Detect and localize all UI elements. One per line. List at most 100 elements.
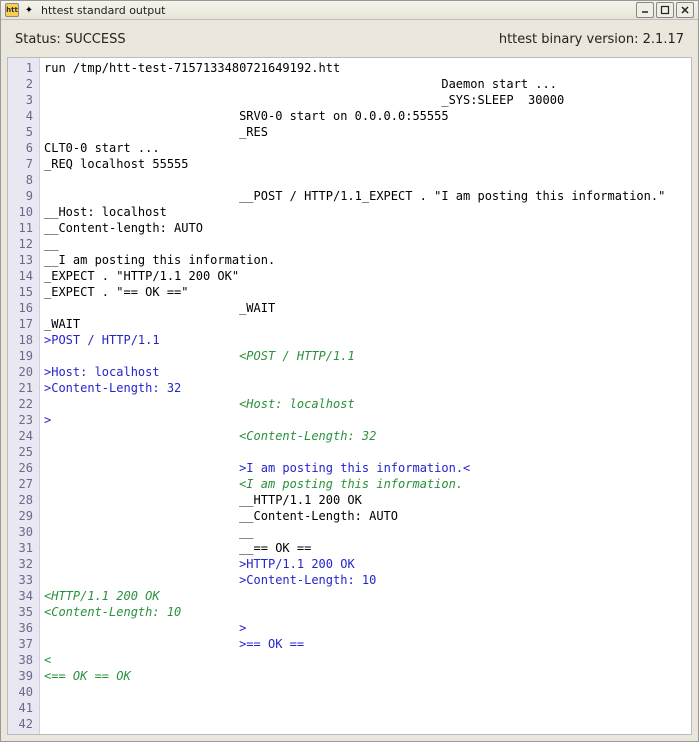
line-number: 2 <box>12 76 33 92</box>
decorator-icon: ✦ <box>23 4 35 16</box>
code-line: __POST / HTTP/1.1_EXPECT . "I am posting… <box>44 188 687 204</box>
code-segment <box>44 461 239 475</box>
output-editor[interactable]: 1234567891011121314151617181920212223242… <box>7 57 692 735</box>
line-number: 41 <box>12 700 33 716</box>
code-segment: >Host: localhost <box>44 365 160 379</box>
line-number: 33 <box>12 572 33 588</box>
status-value: SUCCESS <box>65 32 126 47</box>
titlebar[interactable]: htt ✦ httest standard output <box>1 1 698 20</box>
code-segment: run /tmp/htt-test-7157133480721649192.ht… <box>44 61 340 75</box>
app-icon: htt <box>5 3 19 17</box>
code-segment: __== OK == <box>44 541 311 555</box>
code-segment: _SYS:SLEEP 30000 <box>44 93 564 107</box>
close-button[interactable] <box>676 2 694 18</box>
content-area: Status: SUCCESS httest binary version: 2… <box>1 20 698 741</box>
code-segment: _EXPECT . "HTTP/1.1 200 OK" <box>44 269 239 283</box>
line-number: 35 <box>12 604 33 620</box>
code-segment: Daemon start ... <box>44 77 557 91</box>
code-line <box>44 172 687 188</box>
code-line: >HTTP/1.1 200 OK <box>44 556 687 572</box>
line-number-gutter: 1234567891011121314151617181920212223242… <box>8 58 40 734</box>
line-number: 5 <box>12 124 33 140</box>
line-number: 1 <box>12 60 33 76</box>
line-number: 22 <box>12 396 33 412</box>
code-line <box>44 444 687 460</box>
code-segment <box>44 349 239 363</box>
line-number: 21 <box>12 380 33 396</box>
code-segment: __HTTP/1.1 200 OK <box>44 493 362 507</box>
line-number: 39 <box>12 668 33 684</box>
code-segment: __I am posting this information. <box>44 253 275 267</box>
code-segment <box>44 637 239 651</box>
code-line: SRV0-0 start on 0.0.0.0:55555 <box>44 108 687 124</box>
code-segment: _EXPECT . "== OK ==" <box>44 285 189 299</box>
code-segment: >Content-Length: 32 <box>44 381 181 395</box>
line-number: 38 <box>12 652 33 668</box>
code-line: __Host: localhost <box>44 204 687 220</box>
code-segment <box>44 557 239 571</box>
code-segment: < <box>44 653 51 667</box>
code-segment: SRV0-0 start on 0.0.0.0:55555 <box>44 109 449 123</box>
code-line: > <box>44 620 687 636</box>
line-number: 9 <box>12 188 33 204</box>
code-line: __== OK == <box>44 540 687 556</box>
code-segment <box>44 477 239 491</box>
code-segment: _RES <box>44 125 268 139</box>
code-line: <I am posting this information. <box>44 476 687 492</box>
code-line: __HTTP/1.1 200 OK <box>44 492 687 508</box>
status-text: Status: SUCCESS <box>15 32 126 47</box>
code-area[interactable]: run /tmp/htt-test-7157133480721649192.ht… <box>40 58 691 734</box>
code-line: _WAIT <box>44 316 687 332</box>
line-number: 7 <box>12 156 33 172</box>
code-segment <box>44 573 239 587</box>
code-line: _EXPECT . "== OK ==" <box>44 284 687 300</box>
line-number: 30 <box>12 524 33 540</box>
code-segment: CLT0-0 start ... <box>44 141 160 155</box>
code-segment: __ <box>44 237 58 251</box>
code-segment: __Content-length: AUTO <box>44 221 203 235</box>
code-line: <Host: localhost <box>44 396 687 412</box>
code-segment: __Host: localhost <box>44 205 167 219</box>
line-number: 3 <box>12 92 33 108</box>
line-number: 15 <box>12 284 33 300</box>
code-segment: <I am posting this information. <box>239 477 463 491</box>
code-line: __Content-length: AUTO <box>44 220 687 236</box>
code-line: < <box>44 652 687 668</box>
code-segment: __ <box>44 525 254 539</box>
code-line: _EXPECT . "HTTP/1.1 200 OK" <box>44 268 687 284</box>
line-number: 16 <box>12 300 33 316</box>
maximize-button[interactable] <box>656 2 674 18</box>
line-number: 12 <box>12 236 33 252</box>
code-segment: >== OK == <box>239 637 304 651</box>
line-number: 40 <box>12 684 33 700</box>
app-window: htt ✦ httest standard output Status: SUC… <box>0 0 699 742</box>
code-line: __I am posting this information. <box>44 252 687 268</box>
code-segment <box>44 621 239 635</box>
code-line: __ <box>44 524 687 540</box>
code-line: <Content-Length: 10 <box>44 604 687 620</box>
line-number: 31 <box>12 540 33 556</box>
code-line: >POST / HTTP/1.1 <box>44 332 687 348</box>
line-number: 20 <box>12 364 33 380</box>
code-line: run /tmp/htt-test-7157133480721649192.ht… <box>44 60 687 76</box>
line-number: 18 <box>12 332 33 348</box>
code-line: <HTTP/1.1 200 OK <box>44 588 687 604</box>
line-number: 14 <box>12 268 33 284</box>
code-segment <box>44 429 239 443</box>
code-segment: > <box>239 621 246 635</box>
code-segment: <HTTP/1.1 200 OK <box>44 589 160 603</box>
line-number: 34 <box>12 588 33 604</box>
status-label: Status: <box>15 32 65 47</box>
code-segment: >Content-Length: 10 <box>239 573 376 587</box>
code-segment: >I am posting this information.< <box>239 461 470 475</box>
code-line: >I am posting this information.< <box>44 460 687 476</box>
line-number: 42 <box>12 716 33 732</box>
window-title: httest standard output <box>39 4 632 17</box>
line-number: 32 <box>12 556 33 572</box>
code-line: <== OK == OK <box>44 668 687 684</box>
minimize-button[interactable] <box>636 2 654 18</box>
code-segment: <POST / HTTP/1.1 <box>239 349 355 363</box>
window-controls <box>636 2 694 18</box>
code-segment: <== OK == OK <box>44 669 131 683</box>
version-value: 2.1.17 <box>643 32 684 47</box>
